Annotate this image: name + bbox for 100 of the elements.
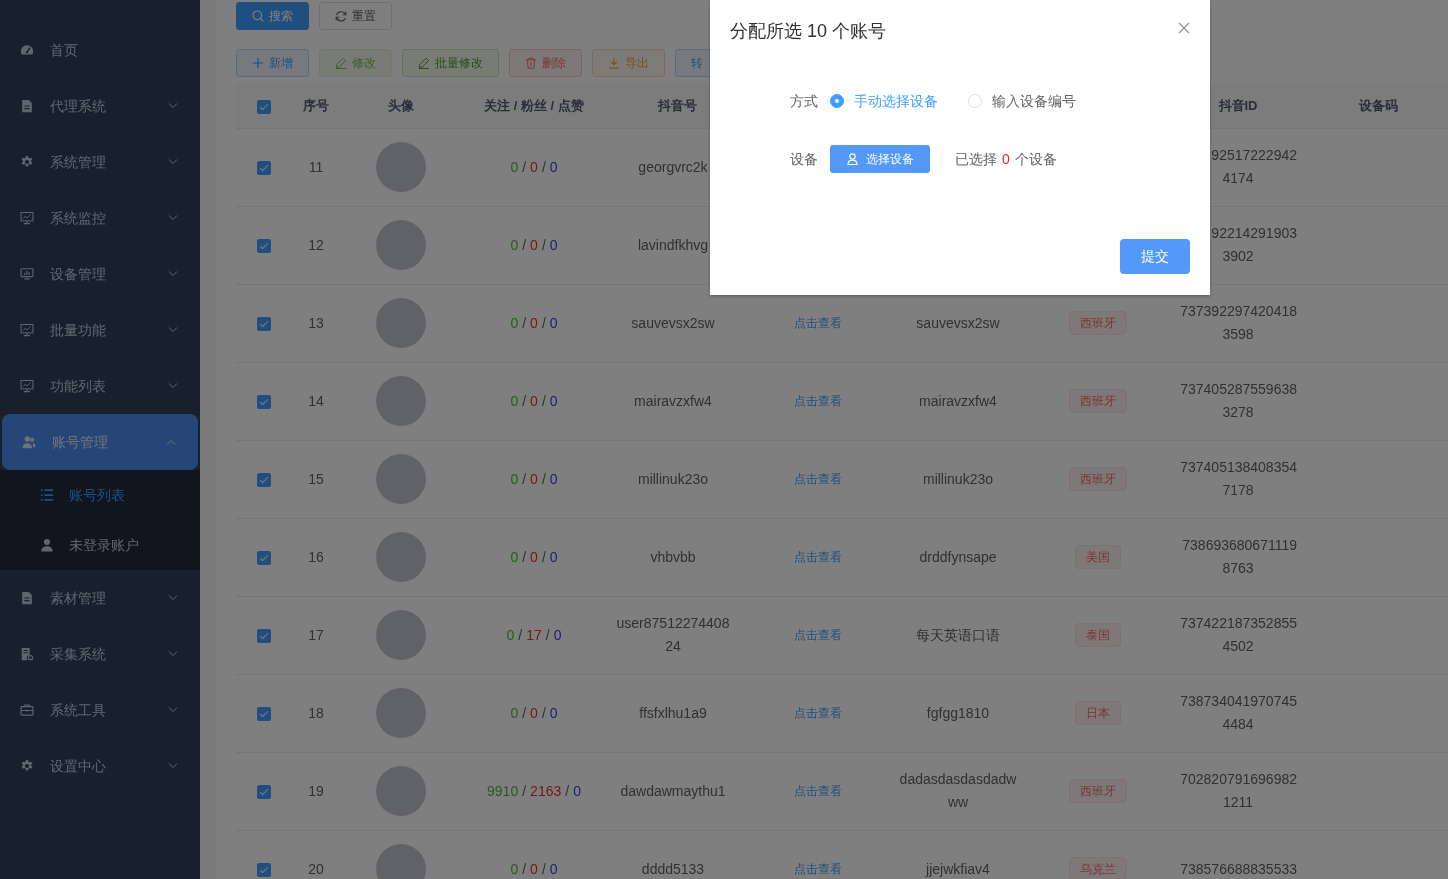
sidebar-item[interactable]: 采集系统: [0, 626, 200, 682]
column-header: 设备码: [1358, 98, 1398, 113]
avatar-placeholder: [376, 766, 426, 816]
settings-icon: [20, 155, 34, 169]
row-index-text: 12: [308, 236, 324, 253]
row-checkbox[interactable]: [257, 160, 271, 175]
column-header: 序号: [303, 98, 329, 113]
form-label: 方式: [789, 91, 819, 111]
monitor-chart-icon: [20, 379, 34, 393]
row-checkbox[interactable]: [257, 394, 271, 409]
column-header: 头像: [388, 98, 414, 113]
view-link[interactable]: 点击查看: [794, 784, 842, 798]
username-text: user8751227440824: [615, 614, 731, 656]
view-link[interactable]: 点击查看: [794, 394, 842, 408]
sidebar-item[interactable]: 系统管理: [0, 134, 200, 190]
username-text: vhbvbb: [650, 547, 696, 567]
file-icon: [20, 647, 34, 661]
stats-text: 0 / 0 / 0: [510, 470, 558, 487]
row-index-text: 20: [308, 860, 324, 877]
close-icon[interactable]: [1178, 22, 1190, 34]
settings-icon: [20, 759, 34, 773]
sidebar-item[interactable]: 系统工具: [0, 682, 200, 738]
nickname-text: fgfgg1810: [926, 703, 990, 723]
account-id-text: 737392297420418 3598: [1179, 302, 1297, 344]
row-index-text: 11: [308, 158, 324, 175]
monitor-chart-icon: [20, 211, 34, 225]
username-text: lavindfkhvg: [637, 235, 708, 255]
stats-text: 0 / 0 / 0: [510, 392, 558, 409]
sidebar-item[interactable]: 素材管理: [0, 570, 200, 626]
column-header: 关注 / 粉丝 / 点赞: [484, 98, 584, 113]
select-all-checkbox[interactable]: [257, 99, 271, 114]
form-label: 设备: [789, 149, 819, 169]
account-id-text: 92517222942 4174: [1210, 146, 1297, 188]
row-index-text: 13: [308, 314, 324, 331]
download-icon: [608, 57, 620, 69]
sidebar-item[interactable]: 账号管理: [2, 414, 198, 470]
search-icon: [252, 10, 264, 22]
country-tag: 日本: [1075, 701, 1121, 725]
row-checkbox[interactable]: [257, 472, 271, 487]
select-device-button[interactable]: 选择设备: [830, 145, 930, 173]
pencil-icon: [418, 57, 430, 69]
sidebar-item[interactable]: 系统监控: [0, 190, 200, 246]
view-link[interactable]: 点击查看: [794, 862, 842, 876]
toolbar-button[interactable]: 批量修改: [402, 49, 499, 77]
person-icon: [846, 153, 858, 165]
country-tag: 西班牙: [1069, 779, 1127, 803]
view-link[interactable]: 点击查看: [794, 316, 842, 330]
radio-button[interactable]: [830, 94, 844, 108]
sidebar-item[interactable]: 设备管理: [0, 246, 200, 302]
radio-option[interactable]: 输入设备编号: [968, 90, 1076, 112]
stats-text: 0 / 0 / 0: [510, 236, 558, 253]
monitor-chart-icon: [20, 323, 34, 337]
search-button[interactable]: 搜索: [236, 2, 309, 30]
country-tag: 西班牙: [1069, 311, 1127, 335]
row-index-text: 17: [308, 626, 324, 643]
country-tag: 西班牙: [1069, 389, 1127, 413]
monitor-icon: [20, 267, 34, 281]
submit-button[interactable]: 提交: [1120, 239, 1190, 274]
avatar-placeholder: [376, 454, 426, 504]
radio-option[interactable]: 手动选择设备: [830, 90, 938, 112]
row-checkbox[interactable]: [257, 316, 271, 331]
column-header: 抖音ID: [1218, 98, 1258, 113]
row-index-text: 18: [308, 704, 324, 721]
account-id-text: 737405287559638 3278: [1179, 380, 1297, 422]
gauge-icon: [20, 43, 34, 57]
stats-text: 0 / 17 / 0: [506, 626, 562, 643]
stats-text: 9910 / 2163 / 0: [487, 782, 581, 799]
sidebar-item[interactable]: 首页: [0, 22, 200, 78]
view-link[interactable]: 点击查看: [794, 628, 842, 642]
sidebar-item[interactable]: 批量功能: [0, 302, 200, 358]
row-checkbox[interactable]: [257, 628, 271, 643]
nickname-text: dadasdasdasdadwww: [899, 770, 1017, 812]
submenu-item[interactable]: 账号列表: [0, 470, 200, 520]
selected-count-text: 已选择 0 个设备: [955, 149, 1057, 169]
sidebar-item[interactable]: 代理系统: [0, 78, 200, 134]
row-checkbox[interactable]: [257, 784, 271, 799]
account-id-text: 738734041970745 4484: [1179, 692, 1297, 734]
trash-icon: [525, 57, 537, 69]
toolbar-button[interactable]: 删除: [509, 49, 582, 77]
sidebar-item[interactable]: 功能列表: [0, 358, 200, 414]
view-link[interactable]: 点击查看: [794, 550, 842, 564]
username-text: georgvrc2k: [638, 157, 708, 177]
row-checkbox[interactable]: [257, 238, 271, 253]
row-checkbox[interactable]: [257, 550, 271, 565]
row-checkbox[interactable]: [257, 862, 271, 877]
toolbar-button[interactable]: 导出: [592, 49, 665, 77]
reset-button[interactable]: 重置: [319, 2, 392, 30]
view-link[interactable]: 点击查看: [794, 706, 842, 720]
list-icon: [40, 488, 54, 502]
view-link[interactable]: 点击查看: [794, 472, 842, 486]
row-checkbox[interactable]: [257, 706, 271, 721]
sidebar-item[interactable]: 设置中心: [0, 738, 200, 794]
account-id-text: 737405138408354 7178: [1179, 458, 1297, 500]
submenu-item[interactable]: 未登录账户: [0, 520, 200, 570]
row-index-text: 16: [308, 548, 324, 565]
username-text: dddd5133: [641, 859, 705, 879]
country-tag: 美国: [1075, 545, 1121, 569]
people-icon: [22, 435, 36, 449]
toolbar-button[interactable]: 新增: [236, 49, 309, 77]
username-text: dawdawmaythu1: [620, 781, 726, 801]
